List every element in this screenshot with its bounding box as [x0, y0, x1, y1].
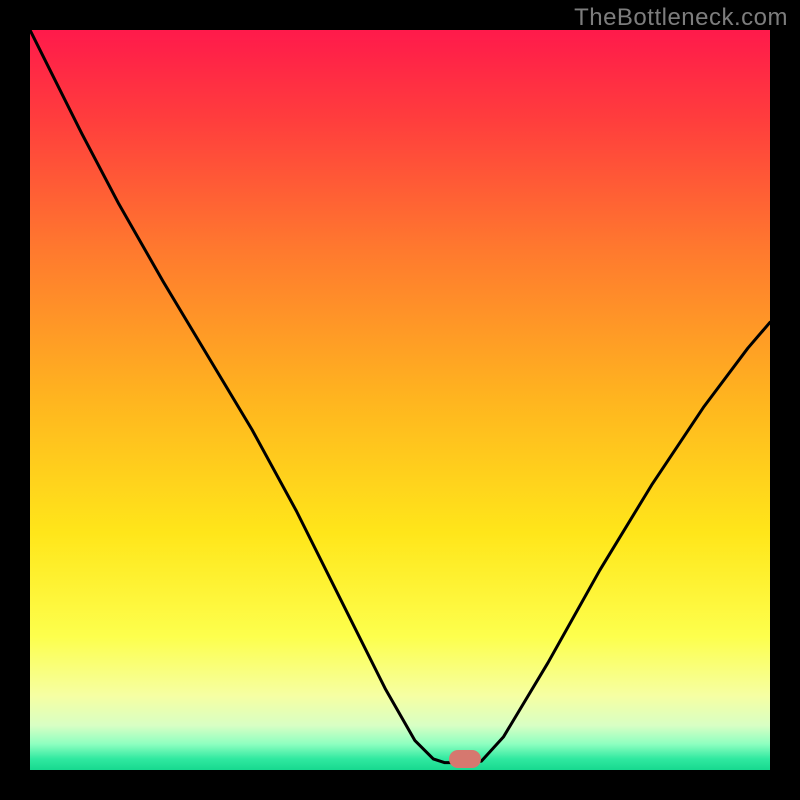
optimal-point-marker — [449, 750, 481, 768]
bottleneck-curve — [30, 30, 770, 770]
plot-area — [30, 30, 770, 770]
chart-frame: TheBottleneck.com — [0, 0, 800, 800]
watermark-text: TheBottleneck.com — [574, 4, 788, 32]
